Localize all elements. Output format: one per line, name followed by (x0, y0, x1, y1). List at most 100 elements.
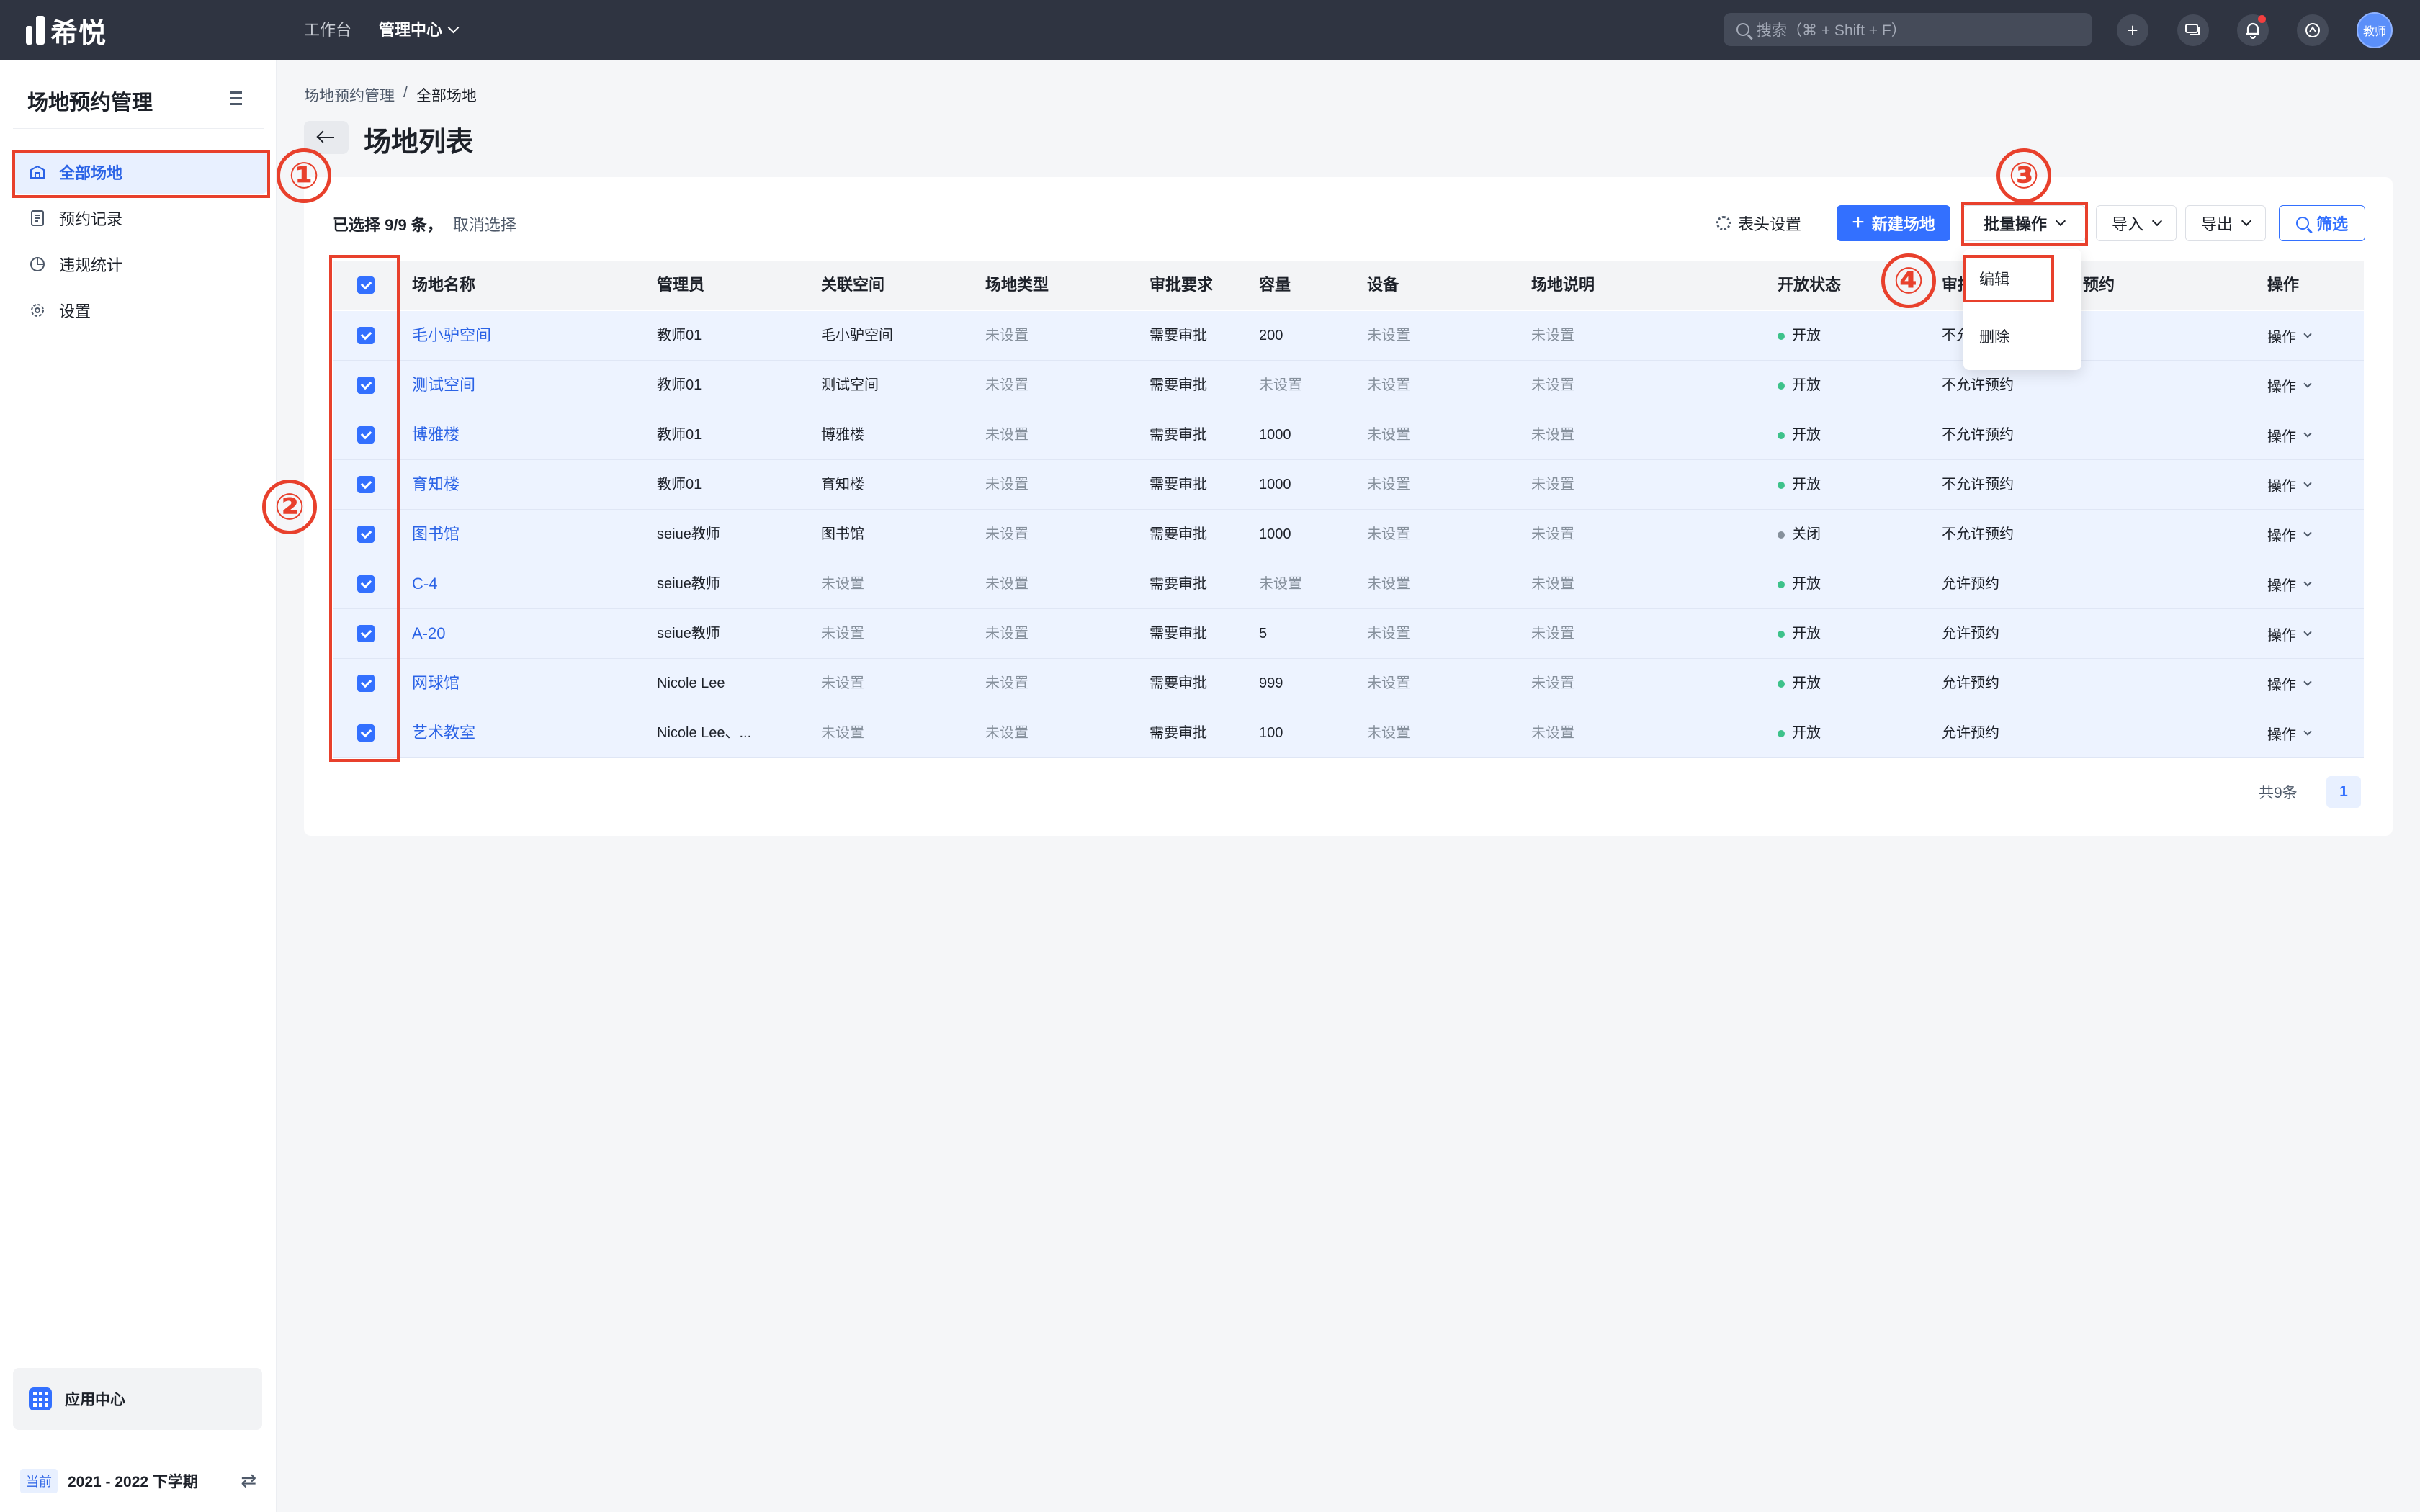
nav-workbench[interactable]: 工作台 (304, 17, 351, 43)
message-icon[interactable] (2177, 14, 2209, 46)
venue-name-link[interactable]: 育知楼 (412, 460, 460, 509)
cell-status: 关闭 (1778, 510, 1821, 559)
venue-name-link[interactable]: 测试空间 (412, 361, 475, 410)
avatar[interactable]: 教师 (2357, 12, 2393, 48)
column-settings-button[interactable]: 表头设置 (1714, 205, 1803, 241)
table-row[interactable]: 育知楼 教师01 育知楼 未设置 需要审批 1000 未设置 未设置 不允许预约 开放 操作 (333, 460, 2364, 510)
column-header[interactable]: 容量 (1259, 261, 1291, 310)
sidebar-title: 场地预约管理 (27, 91, 153, 114)
table-row[interactable]: A-20 seiue教师 未设置 未设置 需要审批 5 未设置 未设置 允许预约 开放 操作 (333, 609, 2364, 659)
current-term-badge: 当前 (20, 1468, 58, 1493)
row-actions-dropdown[interactable]: 操作 (2267, 460, 2312, 509)
status-dot-icon (1778, 332, 1785, 340)
row-actions-dropdown[interactable]: 操作 (2267, 361, 2312, 410)
venue-name-link[interactable]: 图书馆 (412, 510, 460, 559)
table-row[interactable]: 博雅楼 教师01 博雅楼 未设置 需要审批 1000 未设置 未设置 不允许预约 开放 操作 (333, 410, 2364, 460)
menu-item-delete[interactable]: 删除 (1979, 325, 2009, 347)
cell-admin: 教师01 (657, 328, 702, 343)
column-header[interactable]: 开放状态 (1778, 261, 1841, 310)
term-selector[interactable]: 当前 2021 - 2022 下学期 ⇄ (0, 1449, 277, 1512)
sidebar-item-booking-records[interactable]: 预约记录 (13, 197, 268, 240)
table-row[interactable]: 图书馆 seiue教师 图书馆 未设置 需要审批 1000 未设置 未设置 不允许预约 关闭 操作 (333, 510, 2364, 559)
cell-admin: 教师01 (657, 377, 702, 393)
app-center-button[interactable]: 应用中心 (13, 1368, 262, 1430)
status-text: 开放 (1792, 477, 1821, 492)
cell-type: 未设置 (985, 725, 1028, 741)
cell-status: 开放 (1778, 361, 1821, 410)
status-dot-icon (1778, 680, 1785, 688)
nav-management-center[interactable]: 管理中心 (379, 17, 460, 43)
column-header[interactable]: 场地类型 (985, 261, 1049, 310)
cell-approval: 需要审批 (1150, 427, 1207, 443)
cancel-selection-link[interactable]: 取消选择 (453, 212, 516, 235)
breadcrumb-item[interactable]: 场地预约管理 (304, 84, 395, 106)
bell-icon[interactable] (2237, 14, 2269, 46)
app-center-label: 应用中心 (65, 1392, 125, 1408)
cell-description: 未设置 (1531, 576, 1574, 592)
pie-chart-icon (29, 256, 46, 273)
cell-admin: 教师01 (657, 427, 702, 443)
column-header[interactable]: 审批要求 (1150, 261, 1213, 310)
column-header[interactable]: 设备 (1367, 261, 1399, 310)
chevron-down-icon (2303, 478, 2312, 487)
cell-equipment: 未设置 (1367, 377, 1410, 393)
cell-type: 未设置 (985, 526, 1028, 542)
venue-name-link[interactable]: C-4 (412, 559, 437, 608)
column-header[interactable]: 场地名称 (412, 261, 475, 310)
cell-equipment: 未设置 (1367, 576, 1410, 592)
cell-space: 图书馆 (821, 526, 864, 542)
venue-name-link[interactable]: A-20 (412, 609, 445, 658)
notification-dot (2258, 15, 2266, 23)
logo[interactable]: 希悦 (26, 13, 107, 49)
row-actions-dropdown[interactable]: 操作 (2267, 609, 2312, 658)
annotation-number-3: ③ (1996, 148, 2051, 203)
row-actions-dropdown[interactable]: 操作 (2267, 410, 2312, 459)
column-header[interactable]: 关联空间 (821, 261, 884, 310)
status-text: 开放 (1792, 427, 1821, 443)
status-dot-icon (1778, 431, 1785, 439)
table-row[interactable]: 艺术教室 Nicole Lee、... 未设置 未设置 需要审批 100 未设置 未设置 允许预… (333, 708, 2364, 758)
switch-icon[interactable]: ⇄ (241, 1470, 256, 1492)
venue-name-link[interactable]: 博雅楼 (412, 410, 460, 459)
search-input[interactable]: 搜索（⌘ + Shift + F） (1724, 13, 2092, 46)
cell-description: 未设置 (1531, 328, 1574, 343)
column-header[interactable]: 管理员 (657, 261, 704, 310)
cell-type: 未设置 (985, 427, 1028, 443)
collapse-sidebar-icon[interactable] (226, 91, 242, 106)
cell-booking: 不允许预约 (1942, 526, 2014, 542)
sidebar: 场地预约管理 全部场地 预约记录 违规统计 设置 应用中心 当前 2021 - … (0, 60, 277, 1512)
table-row[interactable]: 网球馆 Nicole Lee 未设置 未设置 需要审批 999 未设置 未设置 允许预约 开放 操作 (333, 659, 2364, 708)
column-header[interactable]: 预约 (2083, 261, 2115, 310)
venue-name-link[interactable]: 艺术教室 (412, 708, 475, 757)
help-icon[interactable] (2297, 14, 2329, 46)
cell-capacity: 1000 (1259, 477, 1291, 492)
row-actions-dropdown[interactable]: 操作 (2267, 708, 2312, 757)
chevron-down-icon (2303, 528, 2312, 537)
filter-button[interactable]: 筛选 (2279, 205, 2365, 241)
nav-management-center-label: 管理中心 (379, 21, 443, 39)
row-actions-dropdown[interactable]: 操作 (2267, 510, 2312, 559)
status-dot-icon (1778, 531, 1785, 539)
row-actions-label: 操作 (2267, 528, 2296, 544)
chevron-down-icon (2303, 726, 2312, 736)
sidebar-item-settings[interactable]: 设置 (13, 289, 268, 332)
new-venue-button[interactable]: + 新建场地 (1837, 205, 1950, 241)
export-button[interactable]: 导出 (2185, 205, 2266, 241)
column-header[interactable]: 操作 (2267, 261, 2299, 310)
column-header[interactable]: 场地说明 (1531, 261, 1595, 310)
plus-icon[interactable]: + (2117, 14, 2148, 46)
row-actions-dropdown[interactable]: 操作 (2267, 659, 2312, 708)
pagination-page-1[interactable]: 1 (2326, 776, 2361, 808)
status-dot-icon (1778, 481, 1785, 489)
cell-type: 未设置 (985, 477, 1028, 492)
table-row[interactable]: C-4 seiue教师 未设置 未设置 需要审批 未设置 未设置 未设置 允许预约 开放 操作 (333, 559, 2364, 609)
venue-name-link[interactable]: 毛小驴空间 (412, 311, 491, 360)
status-text: 开放 (1792, 377, 1821, 393)
sidebar-item-label: 设置 (59, 302, 91, 320)
row-actions-dropdown[interactable]: 操作 (2267, 311, 2312, 360)
plus-icon: + (1852, 210, 1865, 234)
row-actions-dropdown[interactable]: 操作 (2267, 559, 2312, 608)
import-button[interactable]: 导入 (2096, 205, 2177, 241)
sidebar-item-violation-stats[interactable]: 违规统计 (13, 243, 268, 286)
venue-name-link[interactable]: 网球馆 (412, 659, 460, 708)
